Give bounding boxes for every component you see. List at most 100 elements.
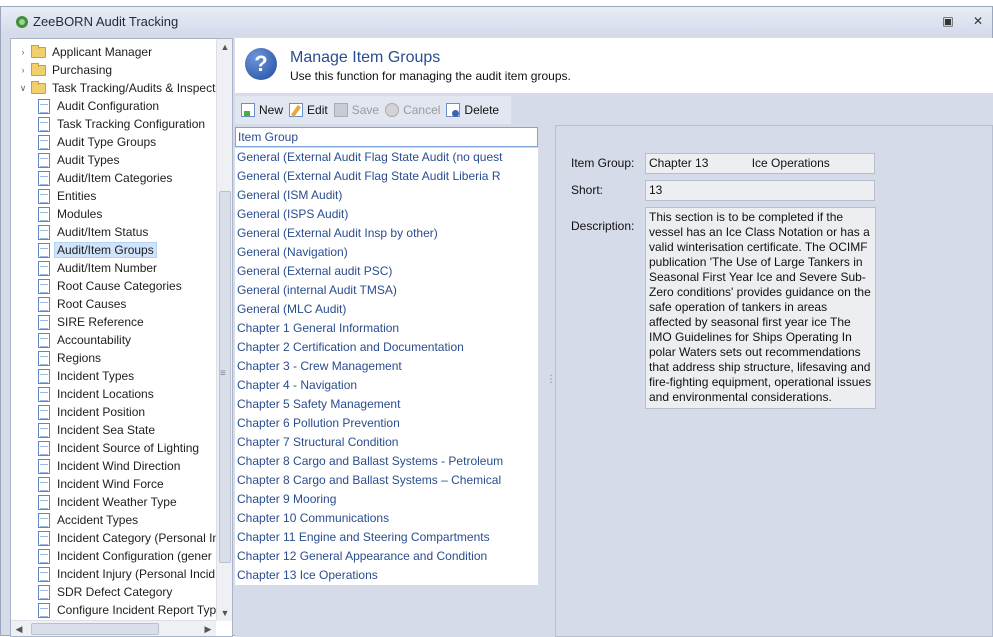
tree-item[interactable]: Audit/Item Groups (38, 241, 157, 259)
tree-item[interactable]: Incident Weather Type (38, 493, 177, 511)
tree-item[interactable]: Audit/Item Categories (38, 169, 172, 187)
tree-horizontal-scrollbar[interactable]: ◀ ▶ (11, 620, 216, 636)
document-icon (38, 98, 50, 114)
table-row[interactable]: Chapter 12 General Appearance and Condit… (235, 547, 538, 566)
table-row[interactable]: General (Navigation) (235, 243, 538, 262)
app-logo-icon (16, 16, 28, 28)
scroll-right-icon[interactable]: ▶ (200, 621, 216, 636)
table-row[interactable]: General (External Audit Flag State Audit… (235, 167, 538, 186)
table-row[interactable]: Chapter 10 Communications (235, 509, 538, 528)
folder-icon (31, 80, 46, 94)
tree-item[interactable]: Incident Position (38, 403, 145, 421)
table-row[interactable]: Chapter 2 Certification and Documentatio… (235, 338, 538, 357)
scroll-up-icon[interactable]: ▲ (217, 39, 232, 55)
tree-item[interactable]: Modules (38, 205, 102, 223)
cancel-button[interactable]: Cancel (385, 103, 440, 117)
new-button[interactable]: New (241, 103, 283, 117)
tree-item[interactable]: Audit Configuration (38, 97, 159, 115)
table-row[interactable]: Chapter 13 Ice Operations (235, 566, 538, 585)
table-row[interactable]: Chapter 11 Engine and Steering Compartme… (235, 528, 538, 547)
chevron-right-icon[interactable]: › (17, 65, 29, 75)
table-row[interactable]: Chapter 7 Structural Condition (235, 433, 538, 452)
short-field[interactable]: 13 (645, 180, 875, 201)
document-icon (38, 584, 50, 600)
tree-item-label: Applicant Manager (52, 45, 153, 59)
tree-item-label: Incident Locations (57, 387, 154, 401)
tree-item[interactable]: Incident Types (38, 367, 134, 385)
tree-item[interactable]: Audit/Item Number (38, 259, 157, 277)
description-field[interactable]: This section is to be completed if the v… (645, 207, 876, 409)
tree-item[interactable]: Incident Category (Personal In (38, 529, 216, 547)
tree-item[interactable]: Configure Incident Report Typ (38, 601, 216, 619)
tree-item[interactable]: Accident Types (38, 511, 138, 529)
table-row[interactable]: General (ISPS Audit) (235, 205, 538, 224)
document-icon (38, 314, 50, 330)
table-row[interactable]: Chapter 6 Pollution Prevention (235, 414, 538, 433)
tree-item[interactable]: › Purchasing (17, 61, 112, 79)
table-row[interactable]: Chapter 8 Cargo and Ballast Systems - Pe… (235, 452, 538, 471)
grid-column-header[interactable]: Item Group (235, 127, 538, 147)
tree-item-label: Incident Types (57, 369, 135, 383)
scroll-left-icon[interactable]: ◀ (11, 621, 27, 636)
chevron-right-icon[interactable]: › (17, 47, 29, 57)
page-title: Manage Item Groups (290, 49, 441, 66)
tree-item[interactable]: Accountability (38, 331, 131, 349)
save-icon (333, 103, 348, 117)
table-row[interactable]: General (External audit PSC) (235, 262, 538, 281)
item-group-field[interactable]: Chapter 13 Ice Operations (645, 153, 875, 174)
tree-item[interactable]: ∨ Task Tracking/Audits & Inspect (17, 79, 215, 97)
document-icon (38, 548, 50, 564)
chevron-down-icon[interactable]: ∨ (17, 83, 29, 94)
document-icon (38, 566, 50, 582)
tree-item[interactable]: Entities (38, 187, 96, 205)
splitter-grip-icon[interactable]: ≡ (220, 368, 226, 379)
save-button[interactable]: Save (333, 103, 379, 117)
description-label: Description: (571, 219, 635, 233)
tree-item[interactable]: Regions (38, 349, 101, 367)
tree-item[interactable]: Audit/Item Status (38, 223, 148, 241)
tree-item[interactable]: Incident Source of Lighting (38, 439, 199, 457)
tree-item-label: Audit/Item Groups (54, 242, 157, 258)
table-row[interactable]: Chapter 1 General Information (235, 319, 538, 338)
tree-item[interactable]: Audit Types (38, 151, 119, 169)
table-row[interactable]: General (ISM Audit) (235, 186, 538, 205)
table-row[interactable]: Chapter 9 Mooring (235, 490, 538, 509)
table-row[interactable]: General (External Audit Flag State Audit… (235, 148, 538, 167)
tree-item-label: Audit Type Groups (57, 135, 157, 149)
tree-item[interactable]: Incident Injury (Personal Incid (38, 565, 215, 583)
tree-item[interactable]: Root Causes (38, 295, 126, 313)
tree-item[interactable]: Incident Wind Force (38, 475, 164, 493)
table-row[interactable]: Chapter 5 Safety Management (235, 395, 538, 414)
edit-button[interactable]: Edit (289, 103, 328, 117)
folder-icon (31, 62, 46, 76)
tree-item[interactable]: Incident Wind Direction (38, 457, 180, 475)
table-row[interactable]: General (internal Audit TMSA) (235, 281, 538, 300)
tree-item[interactable]: SDR Defect Category (38, 583, 172, 601)
delete-button[interactable]: Delete (446, 103, 499, 117)
document-icon (38, 368, 50, 384)
navigation-tree: › Applicant Manager › Purchasing ∨ Task Track… (10, 38, 233, 637)
tree-item[interactable]: Task Tracking Configuration (38, 115, 205, 133)
restore-icon[interactable]: ▣ (941, 14, 955, 28)
close-icon[interactable]: ✕ (971, 14, 985, 28)
tree-item[interactable]: Incident Sea State (38, 421, 155, 439)
tree-item-label: Purchasing (52, 63, 113, 77)
scroll-down-icon[interactable]: ▼ (217, 605, 232, 621)
tree-item[interactable]: Root Cause Categories (38, 277, 182, 295)
tree-item[interactable]: Incident Locations (38, 385, 154, 403)
scroll-thumb-horizontal[interactable] (31, 623, 159, 635)
table-row[interactable]: Chapter 8 Cargo and Ballast Systems – Ch… (235, 471, 538, 490)
tree-item-label: Audit Configuration (57, 99, 160, 113)
table-row[interactable]: General (External Audit Insp by other) (235, 224, 538, 243)
tree-vertical-scrollbar[interactable]: ▲ ▼ (216, 39, 232, 621)
tree-item-label: Entities (57, 189, 97, 203)
tree-item[interactable]: Audit Type Groups (38, 133, 156, 151)
tree-item[interactable]: › Applicant Manager (17, 43, 152, 61)
tree-item[interactable]: SIRE Reference (38, 313, 144, 331)
document-icon (38, 278, 50, 294)
table-row[interactable]: General (MLC Audit) (235, 300, 538, 319)
table-row[interactable]: Chapter 3 - Crew Management (235, 357, 538, 376)
tree-item[interactable]: Incident Configuration (gener (38, 547, 212, 565)
table-row[interactable]: Chapter 4 - Navigation (235, 376, 538, 395)
tree-item-label: Accountability (57, 333, 132, 347)
